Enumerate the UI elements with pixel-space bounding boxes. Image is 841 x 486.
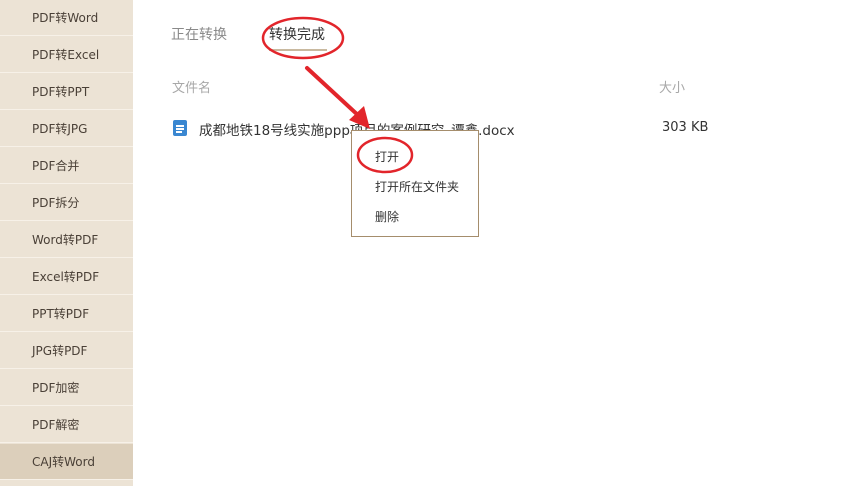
sidebar-item-ppt-to-pdf[interactable]: PPT转PDF [0, 296, 133, 332]
column-header-filename: 文件名 [172, 81, 212, 96]
column-header-size: 大小 [659, 81, 686, 96]
sidebar-item-pdf-decrypt[interactable]: PDF解密 [0, 407, 133, 443]
tab-in-progress[interactable]: 正在转换 [171, 26, 227, 44]
tab-completed[interactable]: 转换完成 [269, 26, 325, 44]
main-panel: 正在转换 转换完成 文件名 大小 成都地铁18号线实施ppp项目的案例研究_谭鑫… [133, 0, 841, 486]
menu-item-open[interactable]: 打开 [375, 148, 399, 165]
sidebar-item-pdf-to-jpg[interactable]: PDF转JPG [0, 111, 133, 147]
menu-item-open-folder[interactable]: 打开所在文件夹 [375, 178, 459, 195]
sidebar-item-pdf-to-word[interactable]: PDF转Word [0, 0, 133, 36]
sidebar-item-jpg-to-pdf[interactable]: JPG转PDF [0, 333, 133, 369]
active-tab-indicator [269, 49, 327, 51]
sidebar-item-pdf-to-excel[interactable]: PDF转Excel [0, 37, 133, 73]
sidebar-item-word-to-pdf[interactable]: Word转PDF [0, 222, 133, 258]
sidebar-item-caj-to-word[interactable]: CAJ转Word [0, 444, 133, 480]
sidebar-item-pdf-split[interactable]: PDF拆分 [0, 185, 133, 221]
docx-file-icon [173, 120, 187, 136]
sidebar-item-pdf-encrypt[interactable]: PDF加密 [0, 370, 133, 406]
app-window: PDF转Word PDF转Excel PDF转PPT PDF转JPG PDF合并… [0, 0, 841, 486]
menu-item-delete[interactable]: 删除 [375, 208, 399, 225]
file-size: 303 KB [662, 120, 709, 135]
sidebar-item-pdf-to-ppt[interactable]: PDF转PPT [0, 74, 133, 110]
sidebar-item-excel-to-pdf[interactable]: Excel转PDF [0, 259, 133, 295]
context-menu: 打开 打开所在文件夹 删除 [351, 130, 479, 237]
sidebar-item-pdf-merge[interactable]: PDF合并 [0, 148, 133, 184]
sidebar: PDF转Word PDF转Excel PDF转PPT PDF转JPG PDF合并… [0, 0, 133, 486]
